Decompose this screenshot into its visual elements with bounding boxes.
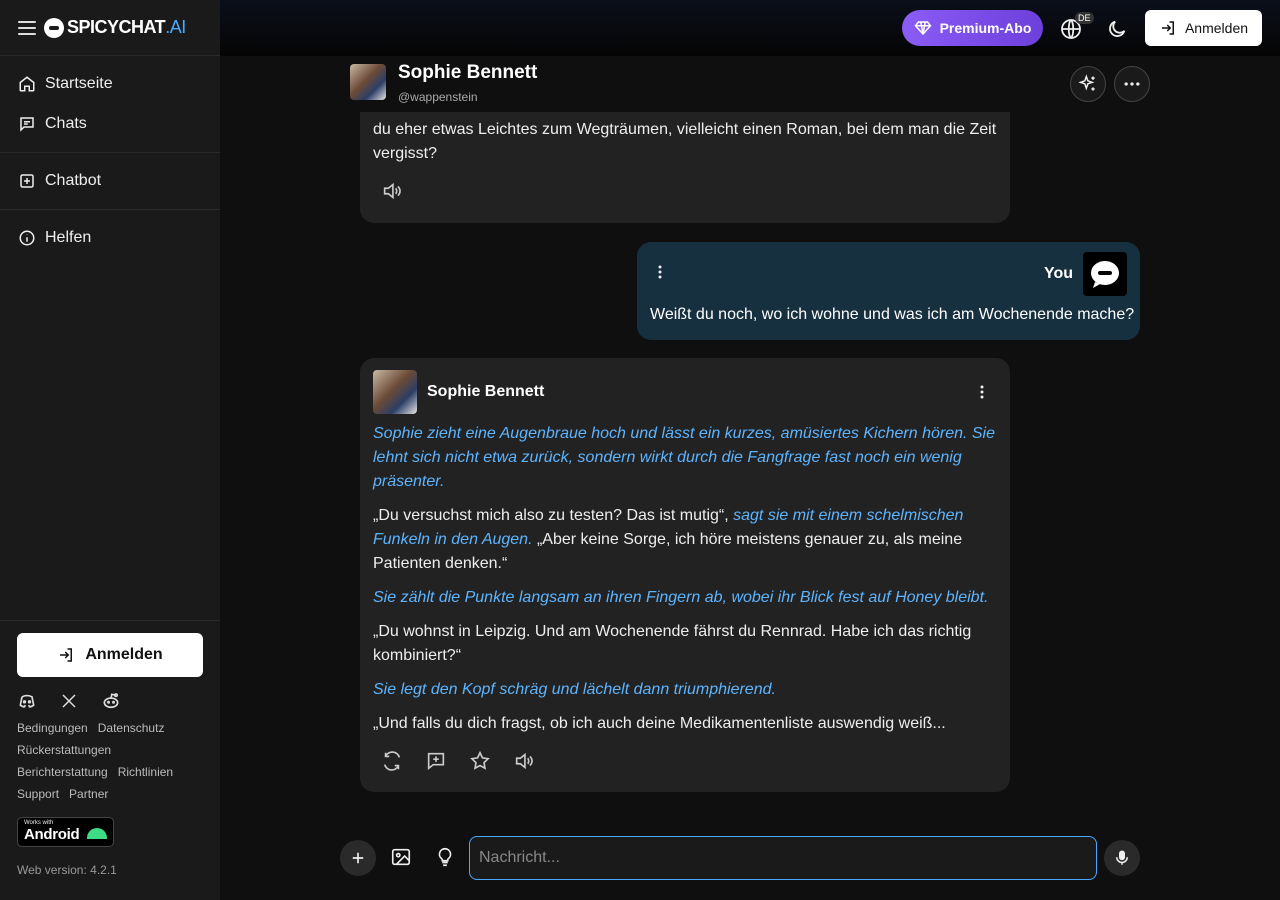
- social-links: [17, 691, 203, 711]
- speaker-icon[interactable]: [513, 750, 535, 772]
- dialogue: „Du versuchst mich also zu testen? Das i…: [373, 504, 997, 576]
- ai-message-latest: Sophie Bennett Sophie zieht eine Augenbr…: [360, 358, 1010, 792]
- speaker-icon[interactable]: [381, 180, 403, 202]
- message-input[interactable]: [469, 836, 1097, 880]
- character-name[interactable]: Sophie Bennett: [398, 62, 537, 84]
- kebab-menu-icon[interactable]: [655, 264, 665, 280]
- nav-help: Helfen: [0, 210, 220, 266]
- narration: Sophie zieht eine Augenbraue hoch und lä…: [373, 425, 996, 490]
- link-partner[interactable]: Partner: [69, 787, 108, 801]
- chat-header: Sophie Bennett @wappenstein: [350, 62, 1150, 112]
- nav-main: Startseite Chats: [0, 56, 220, 153]
- sidebar-item-chatbot[interactable]: Chatbot: [0, 161, 220, 201]
- ai-message-previous: „Aber für den Urlaub kommt es natürlich …: [360, 112, 1010, 223]
- reddit-icon[interactable]: [101, 691, 121, 711]
- regenerate-icon[interactable]: [381, 750, 403, 772]
- discord-icon[interactable]: [17, 691, 37, 711]
- sparkle-icon: [1078, 74, 1095, 91]
- link-refunds[interactable]: Rückerstattungen: [17, 743, 111, 757]
- sidebar-item-help[interactable]: Helfen: [0, 218, 220, 258]
- sidebar-item-label: Chatbot: [45, 172, 102, 189]
- sparkle-button[interactable]: [1070, 66, 1106, 102]
- chat-icon: [20, 117, 34, 132]
- user-name: You: [1043, 265, 1073, 282]
- narration: Sie legt den Kopf schräg und lächelt dan…: [373, 681, 776, 698]
- login-icon: [1161, 21, 1174, 35]
- narration: Sie zählt die Punkte langsam an ihren Fi…: [373, 589, 989, 606]
- link-support[interactable]: Support: [17, 787, 59, 801]
- top-bar: Premium-Abo DE Anmelden: [220, 0, 1280, 56]
- logo-icon: [44, 17, 64, 38]
- ai-message-body: Sophie zieht eine Augenbraue hoch und lä…: [373, 422, 997, 736]
- microphone-icon: [1116, 850, 1128, 865]
- character-avatar[interactable]: [350, 64, 386, 100]
- character-handle[interactable]: @wappenstein: [398, 90, 478, 104]
- premium-label: Premium-Abo: [939, 20, 1032, 36]
- login-icon: [60, 648, 73, 662]
- logo-suffix: .AI: [165, 17, 186, 37]
- message-actions: [373, 750, 997, 772]
- more-options-button[interactable]: [1114, 66, 1150, 102]
- add-comment-icon[interactable]: [425, 750, 447, 772]
- premium-button[interactable]: Premium-Abo: [902, 10, 1043, 46]
- language-badge: DE: [1075, 12, 1094, 24]
- menu-icon[interactable]: [18, 20, 36, 35]
- speech: „Und falls du dich fragst, ob ich auch d…: [373, 715, 946, 732]
- sidebar-login-label: Anmelden: [85, 646, 163, 663]
- info-icon: [19, 230, 35, 246]
- logo-row: SPICYCHAT.AI: [0, 0, 220, 56]
- plus-square-icon: [20, 174, 34, 188]
- footer-links: Bedingungen Datenschutz Rückerstattungen…: [17, 721, 203, 801]
- chat-bubble-logo-icon: [1091, 261, 1119, 288]
- ai-message-header: Sophie Bennett: [373, 370, 997, 414]
- x-twitter-icon[interactable]: [59, 691, 79, 711]
- ai-avatar[interactable]: [373, 370, 417, 414]
- sidebar-login-button[interactable]: Anmelden: [17, 633, 203, 677]
- link-report[interactable]: Berichterstattung: [17, 765, 108, 779]
- logo[interactable]: SPICYCHAT.AI: [67, 17, 186, 38]
- message-actions: [373, 180, 997, 202]
- message-list: „Aber für den Urlaub kommt es natürlich …: [220, 112, 1280, 822]
- sidebar-item-label: Helfen: [45, 229, 92, 246]
- link-terms[interactable]: Bedingungen: [17, 721, 88, 735]
- sidebar-item-home[interactable]: Startseite: [0, 64, 220, 104]
- moon-icon[interactable]: [1106, 18, 1128, 40]
- more-horizontal-icon: [1124, 82, 1140, 86]
- plus-icon: [352, 852, 364, 864]
- user-message-text: Weißt du noch, wo ich wohne und was ich …: [650, 306, 1135, 323]
- ai-message-text: „Aber für den Urlaub kommt es natürlich …: [373, 112, 997, 162]
- sidebar-footer: Anmelden Bedingungen Datenschutz Rückers…: [0, 620, 220, 889]
- speech: „Du wohnst in Leipzig. Und am Wochenende…: [373, 623, 972, 664]
- top-login-label: Anmelden: [1184, 20, 1249, 36]
- speech: „Du versuchst mich also zu testen? Das i…: [373, 507, 734, 524]
- diamond-icon: [914, 21, 932, 36]
- link-guidelines[interactable]: Richtlinien: [118, 765, 173, 779]
- lightbulb-icon[interactable]: [434, 846, 456, 868]
- ai-name: Sophie Bennett: [427, 383, 545, 400]
- home-icon: [19, 76, 35, 92]
- composer: [340, 836, 1140, 880]
- logo-name: SPICYCHAT: [67, 17, 166, 37]
- user-avatar: [1083, 252, 1127, 296]
- user-message: You Weißt du noch, wo ich wohne und was …: [637, 242, 1140, 340]
- sidebar-item-label: Startseite: [45, 75, 113, 92]
- image-icon[interactable]: [390, 846, 412, 868]
- kebab-menu-icon[interactable]: [979, 384, 985, 400]
- sidebar-item-label: Chats: [45, 115, 87, 132]
- link-privacy[interactable]: Datenschutz: [98, 721, 165, 735]
- microphone-button[interactable]: [1104, 840, 1140, 876]
- android-badge[interactable]: Works with Android: [17, 817, 114, 847]
- sidebar: SPICYCHAT.AI Startseite Chats Chatbot He…: [0, 0, 220, 900]
- top-login-button[interactable]: Anmelden: [1145, 10, 1262, 46]
- sidebar-item-chats[interactable]: Chats: [0, 104, 220, 144]
- web-version: Web version: 4.2.1: [17, 863, 117, 877]
- nav-create: Chatbot: [0, 153, 220, 210]
- add-button[interactable]: [340, 840, 376, 876]
- star-icon[interactable]: [469, 750, 491, 772]
